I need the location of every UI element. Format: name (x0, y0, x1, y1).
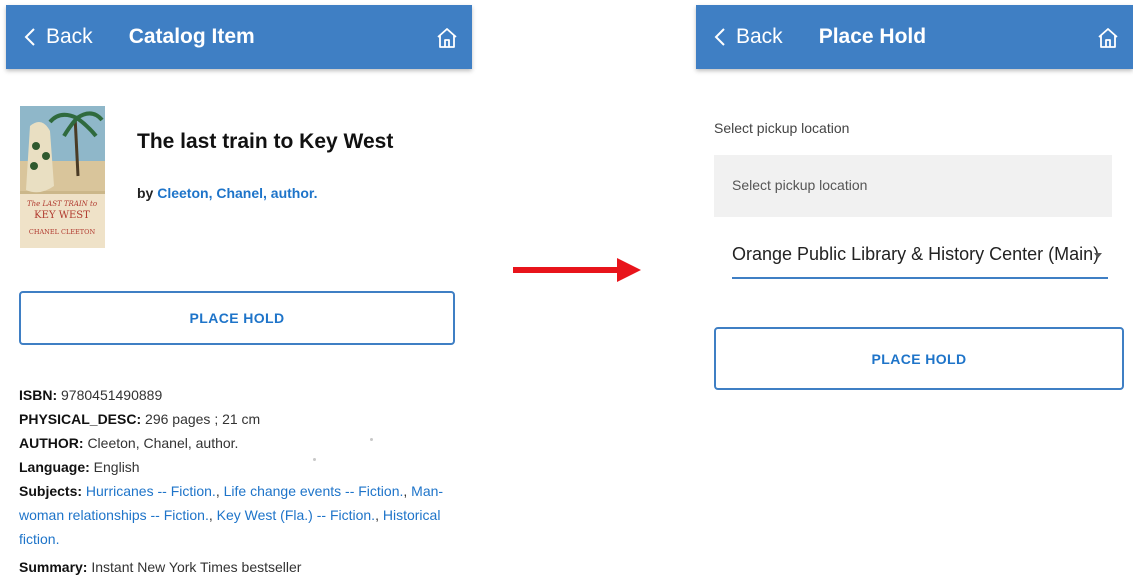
chevron-left-icon (714, 28, 725, 46)
subjects-row: Subjects: Hurricanes -- Fiction., Life c… (19, 483, 444, 547)
back-button[interactable]: Back (714, 25, 783, 49)
app-bar: Back Place Hold (696, 5, 1133, 69)
author-row: AUTHOR: Cleeton, Chanel, author. (19, 431, 459, 455)
summary-value: Instant New York Times bestseller (91, 559, 302, 575)
place-hold-screen: Back Place Hold Select pickup location S… (696, 5, 1133, 584)
item-details: ISBN: 9780451490889 PHYSICAL_DESC: 296 p… (19, 383, 459, 551)
dropdown-arrow-icon (1094, 253, 1102, 258)
cover-title-line1: The LAST TRAIN to (27, 200, 97, 208)
author-link[interactable]: Cleeton, Chanel, author. (157, 185, 317, 201)
page-title: Catalog Item (128, 25, 255, 48)
subjects-label: Subjects: (19, 483, 83, 499)
place-hold-button[interactable]: PLACE HOLD (714, 327, 1124, 390)
summary-row: Summary: Instant New York Times bestsell… (19, 559, 301, 575)
physical-desc-label: PHYSICAL_DESC: (19, 411, 142, 427)
back-label: Back (736, 25, 783, 48)
physical-desc-value: 296 pages ; 21 cm (145, 411, 261, 427)
cover-author: CHANEL CLEETON (29, 228, 96, 236)
pickup-location-label: Select pickup location (714, 120, 850, 136)
pickup-location-placeholder: Select pickup location (714, 155, 1112, 217)
decorative-dot (313, 458, 316, 461)
language-label: Language: (19, 459, 90, 475)
page-title: Place Hold (818, 25, 927, 48)
selected-location: Orange Public Library & History Center (… (732, 244, 1100, 264)
back-label: Back (46, 25, 93, 48)
book-title: The last train to Key West (137, 130, 394, 153)
subject-link[interactable]: Life change events -- Fiction. (224, 483, 404, 499)
catalog-item-screen: Back Catalog Item The LAST TRAIN to KEY … (6, 5, 472, 584)
cover-title-line2: KEY WEST (34, 210, 90, 221)
chevron-left-icon (24, 28, 35, 46)
back-button[interactable]: Back (24, 25, 93, 49)
isbn-value: 9780451490889 (61, 387, 163, 403)
subject-link[interactable]: Key West (Fla.) -- Fiction. (217, 507, 375, 523)
pickup-placeholder-text: Select pickup location (732, 177, 868, 193)
decorative-dot (370, 438, 373, 441)
byline: by Cleeton, Chanel, author. (137, 185, 317, 201)
author-label: AUTHOR: (19, 435, 84, 451)
isbn-label: ISBN: (19, 387, 58, 403)
by-label: by (137, 185, 154, 201)
app-bar: Back Catalog Item (6, 5, 472, 69)
subject-link[interactable]: Hurricanes -- Fiction. (86, 483, 216, 499)
language-value: English (93, 459, 140, 475)
home-icon[interactable] (1097, 27, 1119, 49)
language-row: Language: English (19, 455, 459, 479)
isbn-row: ISBN: 9780451490889 (19, 383, 459, 407)
summary-label: Summary: (19, 559, 88, 575)
red-arrow-icon (513, 258, 641, 282)
pickup-location-select[interactable]: Orange Public Library & History Center (… (732, 235, 1108, 279)
author-value: Cleeton, Chanel, author. (87, 435, 239, 451)
home-icon[interactable] (436, 27, 458, 49)
physical-desc-row: PHYSICAL_DESC: 296 pages ; 21 cm (19, 407, 459, 431)
place-hold-button[interactable]: PLACE HOLD (19, 291, 455, 345)
book-cover-image: The LAST TRAIN to KEY WEST CHANEL CLEETO… (20, 106, 105, 248)
